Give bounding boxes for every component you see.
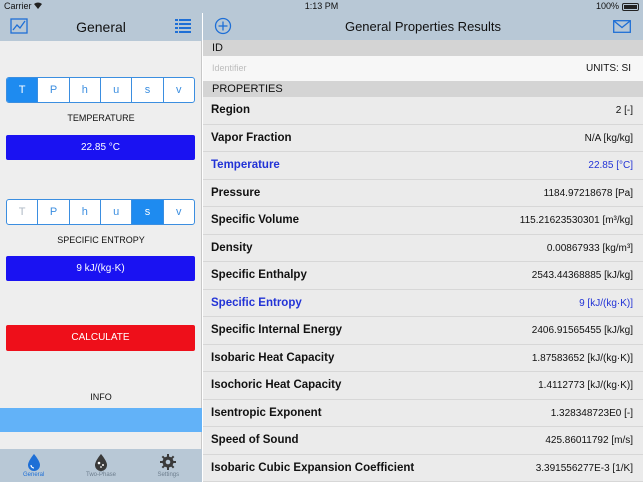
property-row: Isobaric Cubic Expansion Coefficient 3.39…	[203, 455, 643, 482]
property-name: Region	[211, 104, 250, 116]
status-bar: Carrier 1:13 PM 100%	[0, 0, 643, 13]
value-field-2[interactable]: 9 kJ/(kg·K)	[6, 256, 195, 281]
property-value: 2543.44368885 [kJ/kg]	[531, 270, 633, 281]
property-label-1: TEMPERATURE	[67, 113, 135, 123]
property-row: Vapor Fraction N/A [kg/kg]	[203, 125, 643, 152]
identifier-input[interactable]: Identifier	[212, 63, 247, 73]
segment-option[interactable]: u	[101, 200, 133, 224]
results-panel: General Properties Results ID Identifier…	[203, 13, 643, 482]
segment-option[interactable]: P	[38, 200, 70, 224]
tab-bar: General Two-Phase Settings	[0, 449, 202, 482]
property-row: Speed of Sound 425.86011792 [m/s]	[203, 427, 643, 455]
segment-option[interactable]: u	[101, 78, 133, 102]
units-label: UNITS: SI	[585, 63, 631, 74]
identifier-row: Identifier UNITS: SI	[203, 56, 643, 81]
property-value: 3.391556277E-3 [1/K]	[535, 462, 633, 474]
property-row: Temperature 22.85 [°C]	[203, 152, 643, 180]
property-row: Density 0.00867933 [kg/m³]	[203, 235, 643, 262]
property-label-2: SPECIFIC ENTROPY	[57, 235, 145, 245]
property-name: Specific Enthalpy	[211, 269, 307, 281]
property-name: Vapor Fraction	[211, 131, 292, 144]
segment-option[interactable]: P	[38, 78, 70, 102]
property-row: Isobaric Heat Capacity 1.87583652 [kJ/(kg…	[203, 345, 643, 372]
property-name: Speed of Sound	[211, 434, 299, 446]
property-name: Specific Internal Energy	[211, 324, 343, 336]
property-value: 115.21623530301 [m³/kg]	[519, 215, 633, 226]
clock: 1:13 PM	[304, 1, 339, 11]
mail-icon[interactable]	[613, 20, 631, 33]
tab-two-phase[interactable]: Two-Phase	[67, 449, 134, 482]
property-row: Specific Enthalpy 2543.44368885 [kJ/kg]	[203, 262, 643, 290]
info-bar	[0, 408, 202, 432]
battery-icon	[622, 3, 639, 11]
property-selector-2[interactable]: TPhusv	[6, 199, 195, 225]
two-phase-drop-icon	[92, 453, 110, 471]
property-name: Isentropic Exponent	[211, 406, 322, 419]
segment-option[interactable]: T	[7, 78, 39, 102]
property-name: Specific Entropy	[211, 296, 302, 309]
property-name: Pressure	[211, 186, 261, 199]
input-panel: General TPhusv TEMPERATURE 22.85 °C TPhu…	[0, 13, 202, 482]
info-label: INFO	[90, 392, 112, 402]
property-row: Isochoric Heat Capacity 1.4112773 [kJ/(kg…	[203, 372, 643, 400]
property-row: Isentropic Exponent 1.328348723E0 [-]	[203, 400, 643, 427]
property-selector-1[interactable]: TPhusv	[6, 77, 195, 103]
property-value: 2406.91565455 [kJ/kg]	[531, 325, 633, 336]
property-name: Density	[211, 241, 253, 254]
property-value: 1.328348723E0 [-]	[550, 407, 633, 419]
tab-general[interactable]: General	[0, 449, 67, 482]
left-nav-bar: General	[0, 13, 202, 41]
property-row: Region 2 [-]	[203, 97, 643, 125]
tab-settings[interactable]: Settings	[135, 449, 202, 482]
property-value: 2 [-]	[615, 105, 633, 116]
property-value: 22.85 [°C]	[588, 160, 633, 171]
calculate-button[interactable]: CALCULATE	[6, 325, 195, 351]
property-name: Temperature	[211, 159, 280, 171]
gear-icon	[159, 453, 177, 471]
battery-percent: 100%	[595, 1, 619, 11]
right-nav-bar: General Properties Results	[203, 13, 643, 40]
list-icon[interactable]	[174, 18, 192, 34]
tab-label: Two-Phase	[85, 472, 116, 478]
segment-option[interactable]: h	[70, 78, 101, 102]
value-field-1[interactable]: 22.85 °C	[6, 135, 195, 160]
segment-option[interactable]: s	[132, 78, 164, 102]
properties-list: Region 2 [-] Vapor Fraction N/A [kg/kg] Temp…	[203, 97, 643, 482]
property-row: Specific Internal Energy 2406.91565455 [k…	[203, 317, 643, 345]
property-value: 1.87583652 [kJ/(kg·K)]	[531, 352, 633, 364]
property-name: Specific Volume	[211, 214, 299, 226]
property-value: N/A [kg/kg]	[584, 132, 633, 144]
tab-label: Settings	[157, 472, 180, 478]
segment-option[interactable]: h	[70, 200, 101, 224]
property-name: Isobaric Cubic Expansion Coefficient	[211, 461, 415, 474]
property-value: 1184.97218678 [Pa]	[543, 187, 633, 199]
water-drop-icon	[25, 453, 43, 471]
property-row: Pressure 1184.97218678 [Pa]	[203, 180, 643, 207]
property-value: 1.4112773 [kJ/(kg·K)]	[538, 380, 633, 391]
property-name: Isobaric Heat Capacity	[211, 351, 335, 364]
properties-section-header: PROPERTIES	[203, 81, 643, 97]
segment-option[interactable]: v	[164, 200, 194, 224]
segment-option[interactable]: s	[132, 200, 164, 224]
property-row: Specific Volume 115.21623530301 [m³/kg]	[203, 207, 643, 235]
segment-option[interactable]: T	[7, 200, 39, 224]
property-name: Isochoric Heat Capacity	[211, 379, 342, 391]
property-value: 9 [kJ/(kg·K)]	[579, 297, 633, 309]
property-value: 425.86011792 [m/s]	[545, 435, 633, 446]
left-title: General	[76, 19, 126, 35]
tab-label: General	[22, 472, 45, 478]
results-title: General Properties Results	[344, 19, 502, 34]
segment-option[interactable]: v	[164, 78, 194, 102]
property-value: 0.00867933 [kg/m³]	[546, 242, 633, 254]
id-section-header: ID	[203, 40, 643, 56]
property-row: Specific Entropy 9 [kJ/(kg·K)]	[203, 290, 643, 317]
